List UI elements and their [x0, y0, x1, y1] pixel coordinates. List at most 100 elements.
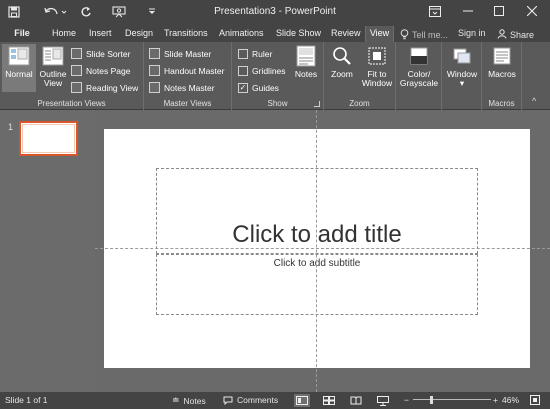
- thumbnail-number: 1: [8, 122, 14, 132]
- close-icon[interactable]: [515, 0, 549, 22]
- comment-icon: [223, 396, 233, 405]
- normal-view-label: Normal: [5, 69, 33, 79]
- collapse-ribbon-icon[interactable]: ^: [532, 96, 536, 106]
- slide-count: Slide 1 of 1: [5, 395, 48, 405]
- zoom-percent[interactable]: 46%: [502, 395, 519, 405]
- show-dialog-launcher-icon[interactable]: [314, 101, 320, 107]
- group-show: Ruler Gridlines ✓ Guides Notes Show: [232, 42, 324, 110]
- macros-label: Macros: [488, 69, 516, 79]
- notes-page-icon: [71, 65, 82, 76]
- slide-show-status-icon[interactable]: [375, 394, 391, 407]
- tab-animations[interactable]: Animations: [219, 26, 264, 42]
- tab-slide-show[interactable]: Slide Show: [276, 26, 321, 42]
- title-placeholder[interactable]: Click to add title: [156, 168, 478, 254]
- ruler-checkbox-box: [238, 48, 248, 59]
- fit-to-window-button[interactable]: Fit to Window: [360, 44, 394, 89]
- person-icon: [497, 29, 507, 39]
- outline-view-icon: [41, 44, 65, 68]
- zoom-slider-track[interactable]: [413, 399, 491, 400]
- notes-master-label: Notes Master: [164, 82, 215, 93]
- share-button[interactable]: Share: [497, 26, 534, 42]
- zoom-button[interactable]: Zoom: [328, 44, 356, 79]
- notes-toggle[interactable]: ≐ Notes: [172, 395, 206, 406]
- reading-view-button[interactable]: Reading View: [71, 80, 138, 95]
- group-presentation-views: Normal Outline View Slide Sorter Notes P…: [0, 42, 144, 110]
- title-placeholder-text: Click to add title: [232, 221, 402, 248]
- window-button[interactable]: Window ▾: [444, 44, 480, 89]
- tab-insert[interactable]: Insert: [89, 26, 112, 42]
- normal-view-status-icon[interactable]: [294, 394, 310, 407]
- sign-in-link[interactable]: Sign in: [458, 26, 486, 42]
- subtitle-placeholder-text: Click to add subtitle: [273, 258, 361, 269]
- ruler-checkbox[interactable]: Ruler: [238, 46, 272, 61]
- tab-design[interactable]: Design: [125, 26, 153, 42]
- color-label-2: Grayscale: [399, 78, 439, 89]
- notes-button-label: Notes: [294, 69, 318, 79]
- ribbon-display-options-icon[interactable]: [418, 0, 452, 22]
- tab-view[interactable]: View: [365, 26, 394, 42]
- notes-toggle-icon: ≐: [172, 395, 180, 405]
- tab-transitions[interactable]: Transitions: [164, 26, 208, 42]
- fit-to-window-icon: [365, 44, 389, 68]
- magnifier-icon: [330, 44, 354, 68]
- maximize-icon[interactable]: [482, 0, 516, 22]
- slide-thumbnail[interactable]: [19, 121, 78, 156]
- notes-master-icon: [149, 82, 160, 93]
- slide-sorter-button[interactable]: Slide Sorter: [71, 46, 130, 61]
- ruler-label: Ruler: [252, 48, 273, 59]
- zoom-group-label: Zoom: [349, 99, 370, 108]
- master-views-label: Master Views: [163, 99, 212, 108]
- group-macros: Macros Macros: [482, 42, 522, 110]
- slide-editing-area: Click to add title Click to add subtitle: [95, 110, 550, 392]
- handout-master-button[interactable]: Handout Master: [149, 63, 224, 78]
- window-icon: [450, 44, 474, 68]
- slide-sorter-status-icon[interactable]: [321, 394, 337, 407]
- reading-view-status-icon[interactable]: [348, 394, 364, 407]
- status-bar: Slide 1 of 1 ≐ Notes Comments − + 46%: [0, 392, 550, 409]
- horizontal-guide[interactable]: [95, 248, 550, 249]
- notes-master-button[interactable]: Notes Master: [149, 80, 215, 95]
- guides-label: Guides: [252, 82, 279, 93]
- notes-page-button[interactable]: Notes Page: [71, 63, 130, 78]
- presentation-views-label: Presentation Views: [37, 99, 106, 108]
- group-master-views: Slide Master Handout Master Notes Master…: [144, 42, 232, 110]
- outline-view-button[interactable]: Outline View: [37, 44, 69, 89]
- outline-view-label-2: View: [43, 78, 63, 89]
- slide-sorter-icon: [71, 48, 82, 59]
- gridlines-checkbox-box: [238, 65, 248, 76]
- window-dropdown-icon: ▾: [459, 78, 465, 89]
- vertical-guide[interactable]: [316, 110, 317, 392]
- minimize-icon[interactable]: [451, 0, 485, 22]
- tab-home[interactable]: Home: [52, 26, 76, 42]
- macros-button[interactable]: Macros: [485, 44, 519, 79]
- ribbon-tabs: File Home Insert Design Transitions Anim…: [0, 24, 550, 42]
- reading-view-icon: [71, 82, 82, 93]
- slide-master-button[interactable]: Slide Master: [149, 46, 211, 61]
- subtitle-placeholder[interactable]: Click to add subtitle: [156, 254, 478, 315]
- slide-master-label: Slide Master: [164, 48, 212, 59]
- group-zoom: Zoom Fit to Window Zoom: [324, 42, 396, 110]
- guides-checkbox-box: ✓: [238, 82, 248, 93]
- fit-slide-icon[interactable]: [530, 395, 540, 405]
- tell-me-box[interactable]: Tell me...: [400, 26, 448, 42]
- zoom-label: Zoom: [331, 69, 353, 79]
- zoom-in-button[interactable]: +: [493, 395, 498, 405]
- gridlines-checkbox[interactable]: Gridlines: [238, 63, 286, 78]
- lightbulb-icon: [400, 28, 409, 39]
- comments-toggle[interactable]: Comments: [223, 395, 278, 405]
- notes-button[interactable]: Notes: [292, 44, 320, 79]
- normal-view-button[interactable]: Normal: [2, 44, 36, 92]
- normal-view-icon: [7, 44, 31, 68]
- zoom-out-button[interactable]: −: [404, 395, 409, 405]
- handout-master-icon: [149, 65, 160, 76]
- tab-file[interactable]: File: [0, 26, 44, 42]
- handout-master-label: Handout Master: [164, 65, 225, 76]
- tab-review[interactable]: Review: [331, 26, 361, 42]
- share-label: Share: [510, 30, 535, 40]
- guides-checkbox[interactable]: ✓ Guides: [238, 80, 279, 95]
- zoom-slider-thumb[interactable]: [429, 396, 433, 404]
- notes-page-label: Notes Page: [86, 65, 131, 76]
- notes-toggle-label: Notes: [183, 395, 206, 406]
- group-window: Window ▾: [442, 42, 482, 110]
- color-grayscale-button[interactable]: Color/ Grayscale: [398, 44, 440, 89]
